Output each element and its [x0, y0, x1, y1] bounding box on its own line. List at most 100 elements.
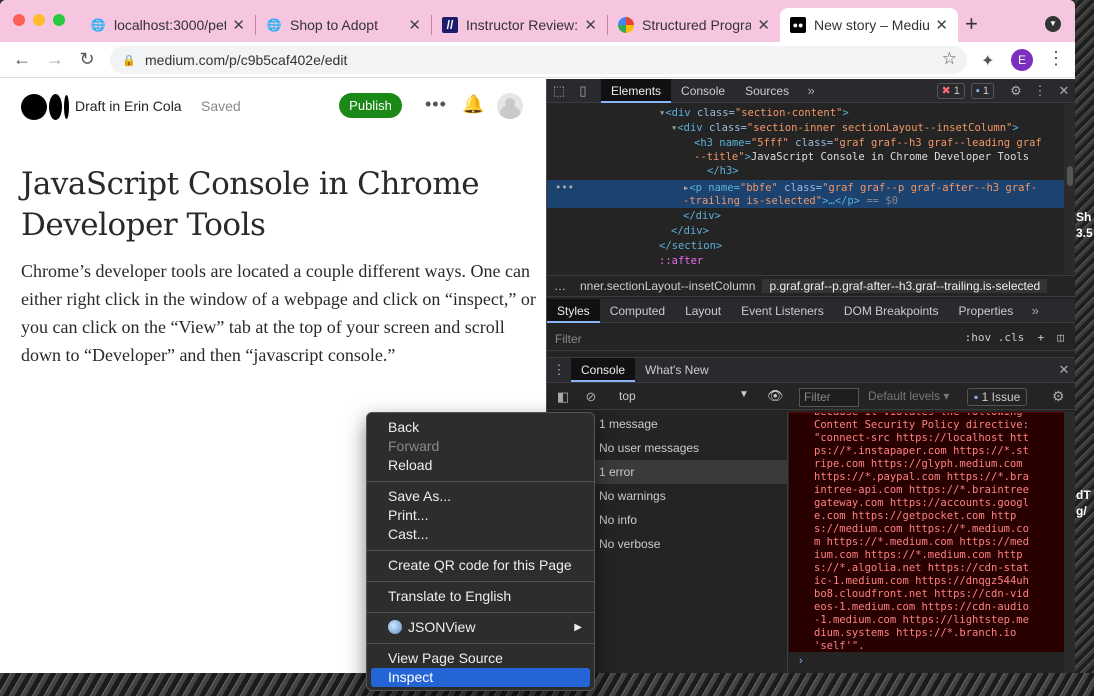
medium-logo-icon[interactable] — [21, 94, 69, 120]
dom-node-more-icon[interactable]: ••• — [555, 182, 574, 194]
tab-computed[interactable]: Computed — [600, 299, 675, 323]
styles-filter[interactable]: Filter :hov .cls + ◫ — [547, 327, 1075, 351]
more-tabs-icon[interactable]: » — [1023, 303, 1047, 318]
tab-instructor-review[interactable]: // Instructor Review: I ✕ — [432, 8, 607, 42]
scrollbar[interactable] — [1064, 104, 1075, 274]
google-logo-icon — [618, 17, 634, 33]
context-selector[interactable]: top — [619, 389, 636, 403]
dom-node[interactable]: </div> — [671, 225, 709, 237]
address-bar[interactable]: 🔒 medium.com/p/c9b5caf402e/edit ☆ — [110, 46, 967, 74]
bell-icon[interactable]: 🔔 — [462, 94, 484, 115]
menu-item-view-source[interactable]: View Page Source — [367, 649, 594, 668]
menu-item-save-as[interactable]: Save As... — [367, 487, 594, 506]
scrollbar[interactable] — [1064, 412, 1075, 673]
tab-dom-breakpoints[interactable]: DOM Breakpoints — [834, 299, 949, 323]
dom-node-selected[interactable]: ▸<p name="bbfe" class="graf graf--p graf… — [683, 182, 1037, 194]
menu-item-translate[interactable]: Translate to English — [367, 587, 594, 606]
tab-console-drawer[interactable]: Console — [571, 358, 636, 382]
styles-controls[interactable]: :hov .cls + ◫ — [965, 331, 1064, 344]
dom-tree[interactable]: ▾<div class="section-content"> ▾<div cla… — [547, 104, 1075, 274]
breadcrumb-item[interactable]: nner.sectionLayout--insetColumn — [573, 279, 762, 293]
tab-console[interactable]: Console — [671, 79, 735, 103]
clear-console-icon[interactable]: ⊘ — [579, 389, 603, 405]
menu-item-jsonview[interactable]: JSONView ▶ — [367, 618, 594, 637]
chevron-down-icon[interactable]: ▼ — [739, 389, 749, 400]
console-filter-input[interactable]: Filter — [799, 388, 859, 407]
breadcrumb-more[interactable]: … — [547, 279, 573, 293]
close-icon[interactable]: ✕ — [232, 16, 245, 34]
eye-icon[interactable]: 👁 — [767, 388, 784, 404]
menu-item-back[interactable]: Back — [367, 418, 594, 437]
tab-styles[interactable]: Styles — [547, 298, 600, 323]
sidebar-toggle-icon[interactable]: ◧ — [551, 389, 575, 405]
star-icon[interactable]: ☆ — [942, 49, 957, 69]
close-window-button[interactable] — [13, 14, 25, 26]
profile-avatar[interactable]: E — [1011, 49, 1033, 71]
minimize-window-button[interactable] — [33, 14, 45, 26]
saved-status: Saved — [201, 98, 241, 114]
back-arrow-icon[interactable]: ← — [11, 49, 33, 70]
tab-structured-program[interactable]: Structured Program ✕ — [608, 8, 780, 42]
close-icon[interactable]: ✕ — [408, 16, 421, 34]
drawer-menu-icon[interactable]: ⋮ — [547, 362, 571, 378]
menu-item-create-qr[interactable]: Create QR code for this Page — [367, 556, 594, 575]
close-icon[interactable]: ✕ — [757, 16, 770, 34]
tab-localhost[interactable]: 🌐 localhost:3000/pet ✕ — [80, 8, 255, 42]
close-icon[interactable]: ✕ — [1052, 83, 1075, 99]
dom-node[interactable]: ::after — [659, 255, 703, 267]
more-options-icon[interactable]: ••• — [425, 94, 447, 115]
dom-node[interactable]: <h3 name="5fff" class="graf graf--h3 gra… — [694, 137, 1042, 149]
log-levels-dropdown[interactable]: Default levels ▾ — [868, 389, 949, 403]
dom-node[interactable]: </div> — [683, 210, 721, 222]
tab-search-icon[interactable]: ▼ — [1045, 16, 1061, 32]
gear-icon[interactable]: ⚙ — [1052, 388, 1065, 405]
sidebar-item-warnings[interactable]: No warnings — [592, 484, 787, 508]
breadcrumb-item-selected[interactable]: p.graf.graf--p.graf-after--h3.graf--trai… — [762, 279, 1048, 293]
extensions-puzzle-icon[interactable]: ✦ — [981, 51, 994, 71]
menu-item-cast[interactable]: Cast... — [367, 525, 594, 544]
error-count-badge[interactable]: ✖ 1 — [936, 82, 965, 99]
close-icon[interactable]: ✕ — [584, 16, 597, 34]
menu-item-reload[interactable]: Reload — [367, 456, 594, 475]
issues-button[interactable]: ▪ 1 Issue — [967, 388, 1028, 406]
dom-node[interactable]: ▾<div class="section-inner sectionLayout… — [671, 122, 1019, 134]
tab-shop-to-adopt[interactable]: 🌐 Shop to Adopt ✕ — [256, 8, 431, 42]
sidebar-item-user-messages[interactable]: No user messages — [592, 436, 787, 460]
new-tab-button[interactable]: + — [965, 11, 978, 37]
close-icon[interactable]: ✕ — [1052, 362, 1075, 378]
dom-node[interactable]: ▾<div class="section-content"> — [659, 107, 849, 119]
menu-item-inspect[interactable]: Inspect — [371, 668, 590, 687]
menu-item-print[interactable]: Print... — [367, 506, 594, 525]
message-count-badge[interactable]: ▪ 1 — [970, 82, 994, 99]
avatar[interactable] — [497, 93, 523, 119]
dom-node[interactable]: </section> — [659, 240, 722, 252]
close-icon[interactable]: ✕ — [935, 16, 948, 34]
story-body[interactable]: Chrome’s developer tools are located a c… — [21, 257, 536, 369]
tab-layout[interactable]: Layout — [675, 299, 731, 323]
menu-item-forward[interactable]: Forward — [367, 437, 594, 456]
story-title[interactable]: JavaScript Console in Chrome Developer T… — [21, 164, 521, 246]
tab-sources[interactable]: Sources — [735, 79, 799, 103]
devtools-menu-icon[interactable]: ⋮ — [1028, 83, 1052, 99]
tab-properties[interactable]: Properties — [949, 299, 1024, 323]
console-error-message[interactable]: because it violates the following Content… — [789, 412, 1064, 652]
sidebar-item-messages[interactable]: 1 message — [592, 412, 787, 436]
tab-event-listeners[interactable]: Event Listeners — [731, 299, 834, 323]
tab-new-story-medium[interactable]: ●● New story – Medium ✕ — [780, 8, 958, 42]
sidebar-item-verbose[interactable]: No verbose — [592, 532, 787, 556]
inspect-element-icon[interactable]: ⬚ — [547, 83, 571, 99]
browser-menu-icon[interactable]: ⋮ — [1047, 48, 1065, 69]
gear-icon[interactable]: ⚙ — [1004, 83, 1028, 99]
sidebar-item-info[interactable]: No info — [592, 508, 787, 532]
reload-icon[interactable]: ↻ — [76, 49, 98, 70]
console-prompt[interactable]: › — [789, 653, 1064, 673]
tab-whats-new[interactable]: What's New — [635, 358, 719, 382]
forward-arrow-icon[interactable]: → — [44, 49, 66, 70]
maximize-window-button[interactable] — [53, 14, 65, 26]
device-toolbar-icon[interactable]: ▯ — [571, 83, 595, 99]
publish-button[interactable]: Publish — [339, 93, 402, 118]
dom-node[interactable]: </h3> — [707, 165, 739, 177]
tab-elements[interactable]: Elements — [601, 78, 672, 103]
sidebar-item-errors[interactable]: 1 error — [592, 460, 787, 484]
more-tabs-icon[interactable]: » — [799, 83, 823, 98]
